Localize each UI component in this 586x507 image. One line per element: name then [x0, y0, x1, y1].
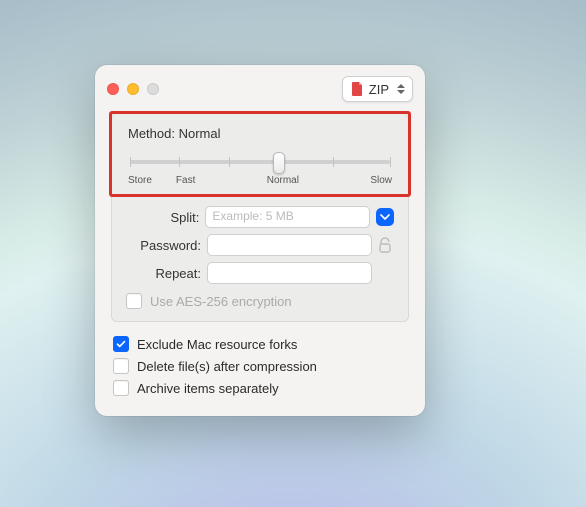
password-row: Password:: [112, 231, 408, 259]
slider-label-store: Store: [128, 175, 152, 186]
compression-panel: Method: Normal Store Fast Normal: [111, 113, 409, 322]
separate-checkbox[interactable]: [113, 380, 129, 396]
slider-knob[interactable]: [273, 152, 285, 174]
split-row: Split: Example: 5 MB: [112, 203, 408, 231]
slider-label-normal: Normal: [195, 175, 370, 186]
bottom-options: Exclude Mac resource forks Delete file(s…: [113, 336, 407, 396]
repeat-row: Repeat:: [112, 259, 408, 287]
keka-options-dialog: ZIP Method: Normal: [95, 65, 425, 416]
minimize-button[interactable]: [127, 83, 139, 95]
method-highlight: Method: Normal Store Fast Normal: [109, 111, 411, 197]
method-slider[interactable]: [130, 153, 390, 171]
aes-label: Use AES-256 encryption: [150, 294, 292, 309]
lock-icon: [378, 237, 392, 253]
method-line: Method: Normal: [128, 126, 392, 141]
split-label: Split:: [126, 210, 199, 225]
format-select[interactable]: ZIP: [342, 76, 413, 102]
separate-label: Archive items separately: [137, 381, 279, 396]
aes-checkbox[interactable]: [126, 293, 142, 309]
repeat-input[interactable]: [207, 262, 372, 284]
method-label: Method:: [128, 126, 179, 141]
delete-checkbox[interactable]: [113, 358, 129, 374]
delete-label: Delete file(s) after compression: [137, 359, 317, 374]
repeat-label: Repeat:: [126, 266, 201, 281]
zip-file-icon: [351, 82, 363, 96]
split-input[interactable]: Example: 5 MB: [205, 206, 370, 228]
password-label: Password:: [126, 238, 201, 253]
zoom-button[interactable]: [147, 83, 159, 95]
exclude-label: Exclude Mac resource forks: [137, 337, 297, 352]
format-label: ZIP: [369, 82, 389, 97]
slider-label-slow: Slow: [370, 175, 392, 186]
exclude-checkbox[interactable]: [113, 336, 129, 352]
method-value: Normal: [179, 126, 221, 141]
stepper-icon: [397, 84, 406, 94]
close-button[interactable]: [107, 83, 119, 95]
titlebar: ZIP: [95, 65, 425, 113]
split-help-button[interactable]: [376, 208, 394, 226]
aes-row: Use AES-256 encryption: [112, 287, 408, 309]
password-input[interactable]: [207, 234, 372, 256]
slider-label-fast: Fast: [176, 175, 195, 186]
